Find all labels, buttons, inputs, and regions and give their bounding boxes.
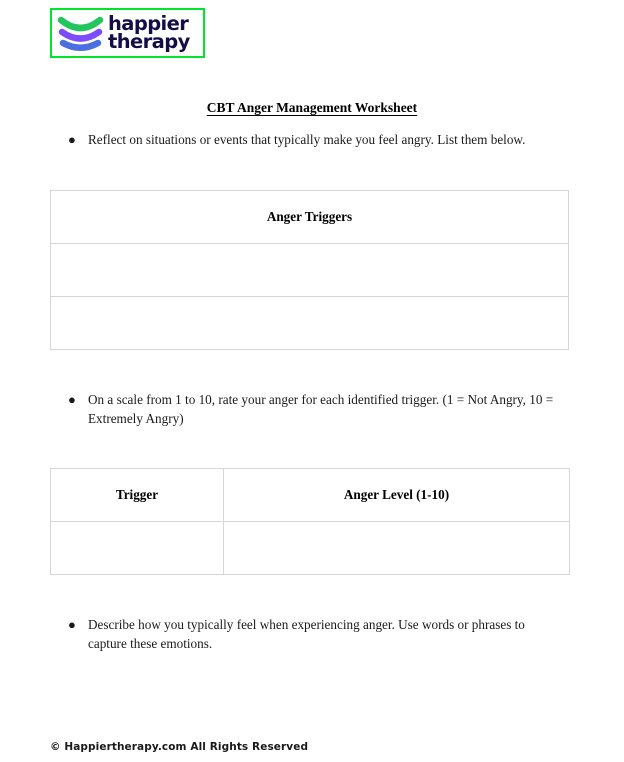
table-header-row: Anger Triggers — [50, 190, 569, 244]
anger-trigger-input-cell-2[interactable] — [50, 296, 569, 350]
table-row — [50, 243, 569, 297]
bullet-marker-icon: ● — [68, 617, 76, 632]
column-header-anger-triggers: Anger Triggers — [50, 190, 569, 244]
instruction-text-3: Describe how you typically feel when exp… — [88, 617, 525, 651]
table-row — [50, 296, 569, 350]
bullet-marker-icon: ● — [68, 132, 76, 147]
instruction-bullet-3: ● Describe how you typically feel when e… — [68, 616, 558, 653]
trigger-input-cell-1[interactable] — [50, 521, 224, 575]
instruction-text-1: Reflect on situations or events that typ… — [88, 132, 526, 147]
column-header-anger-level: Anger Level (1-10) — [223, 468, 570, 522]
anger-level-table: Trigger Anger Level (1-10) — [50, 468, 570, 575]
happier-therapy-arcs-icon — [57, 16, 104, 51]
table-row — [50, 521, 570, 575]
brand-logo: happier therapy — [50, 8, 205, 58]
worksheet-page: happier therapy CBT Anger Management Wor… — [0, 0, 624, 762]
copyright-footer: © Happiertherapy.com All Rights Reserved — [50, 741, 309, 753]
brand-word-therapy: therapy — [108, 30, 190, 53]
instruction-text-2: On a scale from 1 to 10, rate your anger… — [88, 392, 554, 426]
anger-triggers-table: Anger Triggers — [50, 190, 569, 350]
bullet-marker-icon: ● — [68, 392, 76, 407]
anger-level-input-cell-1[interactable] — [223, 521, 570, 575]
column-header-trigger: Trigger — [50, 468, 224, 522]
instruction-bullet-1: ● Reflect on situations or events that t… — [68, 131, 568, 150]
page-title: CBT Anger Management Worksheet — [206, 100, 418, 115]
brand-wordmark: happier therapy — [108, 14, 190, 53]
anger-trigger-input-cell-1[interactable] — [50, 243, 569, 297]
table-header-row: Trigger Anger Level (1-10) — [50, 468, 570, 522]
instruction-bullet-2: ● On a scale from 1 to 10, rate your ang… — [68, 391, 570, 428]
